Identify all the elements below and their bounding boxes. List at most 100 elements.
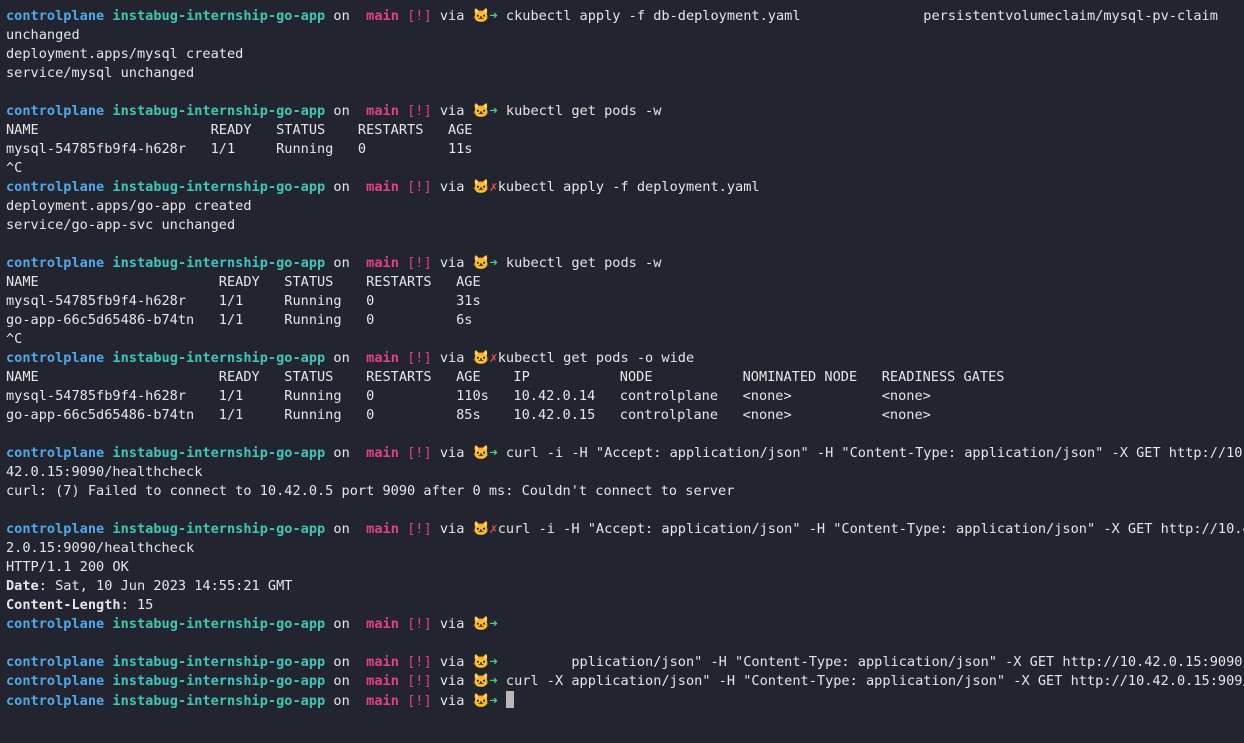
prompt-git-status: [!] [407,255,432,271]
http-header-line: Date: Sat, 10 Jun 2023 14:55:21 GMT [6,577,1244,596]
prompt-host: controlplane [6,673,105,689]
prompt-git-status: [!] [407,8,432,24]
prompt-repo: instabug-internship-go-app [112,616,326,632]
prompt-arrow-icon: 🐱➜ [472,616,498,632]
prompt-repo: instabug-internship-go-app [112,179,326,195]
prompt-git-status: [!] [407,179,432,195]
output-line: deployment.apps/go-app created [6,198,252,214]
prompt-branch: main [366,350,399,366]
http-header-line: Content-Length: 15 [6,596,1244,615]
prompt-git-status: [!] [407,350,432,366]
http-header-key: Date [6,578,39,594]
prompt-branch: main [366,693,399,709]
prompt-repo: instabug-internship-go-app [112,350,326,366]
prompt-on-word: on [333,179,350,195]
prompt-via-word: via [439,521,465,537]
prompt-via-word: via [439,350,465,366]
prompt-on-word: on [333,445,350,461]
output-line: HTTP/1.1 200 OK [6,559,129,575]
prompt-git-status: [!] [407,103,432,119]
prompt-on-word: on [333,8,350,24]
http-header-value: : 15 [120,597,154,613]
prompt-host: controlplane [6,350,105,366]
prompt-git-status: [!] [407,521,432,537]
prompt-host: controlplane [6,179,105,195]
prompt-error-icon: 🐱✗ [472,179,498,195]
prompt-repo: instabug-internship-go-app [112,521,326,537]
prompt-host: controlplane [6,521,105,537]
command-text [498,693,506,709]
output-line: deployment.apps/mysql created [6,46,244,62]
prompt-via-word: via [439,654,465,670]
output-line: 42.0.15:9090/healthcheck [6,464,203,480]
prompt-branch: main [366,255,399,271]
prompt-line: controlplane instabug-internship-go-app … [6,672,1244,691]
output-line: curl: (7) Failed to connect to 10.42.0.5… [6,483,735,499]
command-text: pplication/json" -H "Content-Type: appli… [497,654,1243,670]
prompt-git-status: [!] [407,673,432,689]
prompt-on-word: on [333,521,350,537]
prompt-host: controlplane [6,654,105,670]
prompt-git-status: [!] [407,654,432,670]
prompt-host: controlplane [6,103,105,119]
output-line: go-app-66c5d65486-b74tn 1/1 Running 0 85… [6,407,931,423]
terminal-window[interactable]: controlplane instabug-internship-go-app … [0,0,1244,743]
prompt-on-word: on [333,255,350,271]
prompt-on-word: on [333,693,350,709]
prompt-branch: main [366,673,399,689]
command-text: ckubectl apply -f db-deployment.yaml per… [497,8,1218,24]
command-text: kubectl get pods -o wide [497,350,695,366]
output-line: NAME READY STATUS RESTARTS AGE IP NODE N… [6,369,1005,385]
output-line: mysql-54785fb9f4-h628r 1/1 Running 0 31s [6,293,481,309]
prompt-via-word: via [439,103,465,119]
output-line: 2.0.15:9090/healthcheck [6,540,195,556]
prompt-git-status: [!] [407,693,432,709]
prompt-arrow-icon: 🐱➜ [472,654,498,670]
command-text: curl -i -H "Accept: application/json" -H… [497,445,1244,461]
command-text: curl -X application/json" -H "Content-Ty… [497,673,1244,689]
prompt-branch: main [366,445,399,461]
prompt-line: controlplane instabug-internship-go-app … [6,691,1244,710]
prompt-host: controlplane [6,616,105,632]
prompt-arrow-icon: 🐱➜ [472,255,498,271]
prompt-repo: instabug-internship-go-app [112,693,326,709]
prompt-branch: main [366,8,399,24]
prompt-branch: main [366,654,399,670]
output-line: service/go-app-svc unchanged [6,217,236,233]
output-line: mysql-54785fb9f4-h628r 1/1 Running 0 11s [6,141,473,157]
prompt-host: controlplane [6,445,105,461]
prompt-branch: main [366,103,399,119]
prompt-on-word: on [333,673,350,689]
prompt-line: controlplane instabug-internship-go-app … [6,254,1244,273]
prompt-on-word: on [333,103,350,119]
output-line: ^C [6,160,23,176]
prompt-via-word: via [439,616,465,632]
output-line: service/mysql unchanged [6,65,195,81]
prompt-arrow-icon: 🐱➜ [472,8,498,24]
prompt-arrow-icon: 🐱➜ [472,673,498,689]
prompt-branch: main [366,616,399,632]
output-line: NAME READY STATUS RESTARTS AGE [6,274,481,290]
prompt-branch: main [366,521,399,537]
prompt-host: controlplane [6,693,105,709]
prompt-line: controlplane instabug-internship-go-app … [6,7,1244,26]
output-line: NAME READY STATUS RESTARTS AGE [6,122,473,138]
prompt-arrow-icon: 🐱➜ [472,445,498,461]
prompt-line: controlplane instabug-internship-go-app … [6,520,1244,539]
prompt-via-word: via [439,255,465,271]
prompt-line: controlplane instabug-internship-go-app … [6,444,1244,463]
text-cursor[interactable] [505,691,514,708]
prompt-line: controlplane instabug-internship-go-app … [6,349,1244,368]
prompt-via-word: via [439,693,465,709]
prompt-line: controlplane instabug-internship-go-app … [6,178,1244,197]
command-text: kubectl get pods -w [497,103,662,119]
prompt-on-word: on [333,654,350,670]
prompt-via-word: via [439,445,465,461]
prompt-branch: main [366,179,399,195]
command-text: kubectl get pods -w [497,255,662,271]
prompt-repo: instabug-internship-go-app [112,673,326,689]
